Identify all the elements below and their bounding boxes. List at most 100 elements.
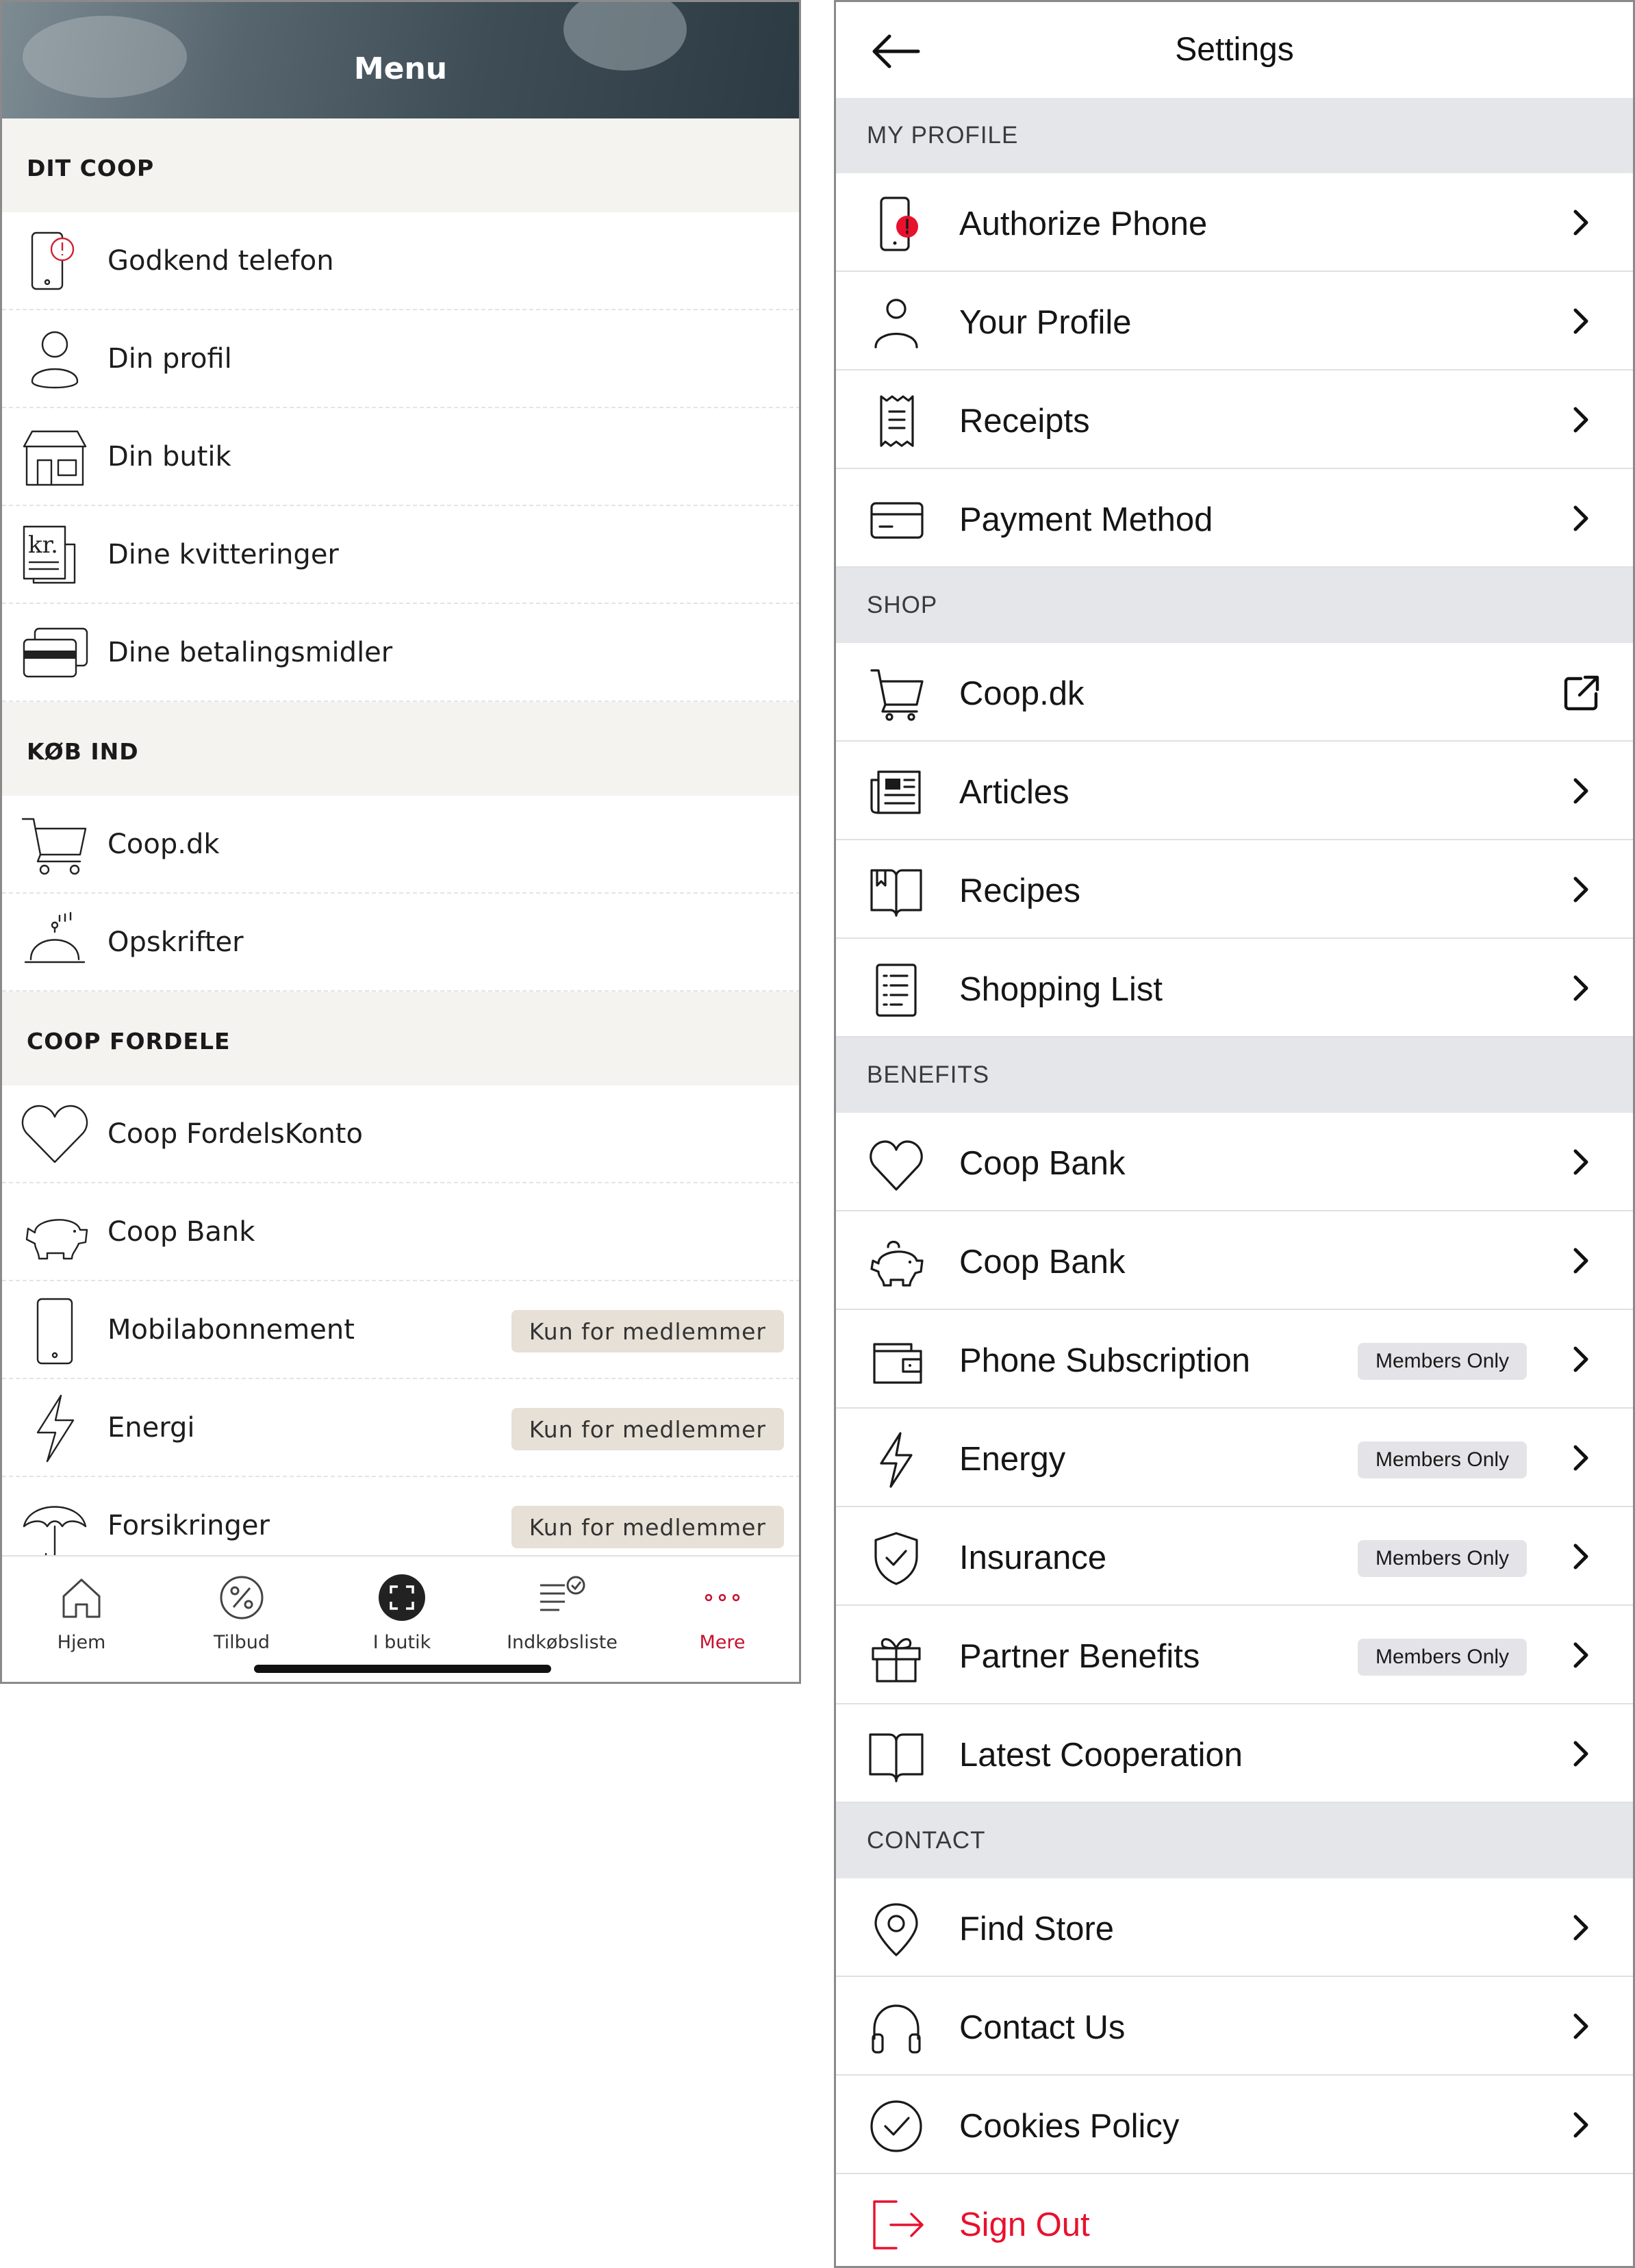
section-header: KØB IND — [2, 702, 799, 796]
settings-item-label: Find Store — [959, 1911, 1115, 1948]
settings-item-coop-dk[interactable]: Coop.dk — [836, 643, 1633, 742]
members-only-badge: Members Only — [1358, 1343, 1528, 1380]
members-only-badge: Members Only — [1358, 1639, 1528, 1676]
members-only-badge: Kun for medlemmer — [511, 1506, 784, 1548]
book-bookmark-icon — [870, 869, 922, 917]
sign-out-button[interactable]: Sign Out — [836, 2174, 1633, 2266]
phone-alert-icon — [880, 197, 918, 251]
chevron-right-icon — [1573, 1544, 1588, 1570]
tab-indkøbsliste[interactable]: Indkøbsliste — [494, 1570, 631, 1653]
menu-item-label: Dine kvitteringer — [107, 538, 339, 570]
tab-tilbud[interactable]: Tilbud — [173, 1570, 310, 1653]
umbrella-icon — [23, 1506, 87, 1560]
settings-item-label: Recipes — [959, 872, 1081, 909]
menu-item-label: Dine betalingsmidler — [107, 636, 393, 668]
piggy-bank-icon — [25, 1219, 88, 1260]
menu-item-mobilabonnement[interactable]: Mobilabonnement Kun for medlemmer — [2, 1281, 799, 1379]
settings-item-label: Articles — [959, 774, 1069, 811]
headphones-icon — [872, 2004, 921, 2054]
chevron-right-icon — [1573, 210, 1588, 236]
more-dots-icon — [705, 1593, 740, 1602]
external-link-icon — [1564, 675, 1599, 711]
cart-icon — [21, 818, 87, 875]
settings-item-authorize-phone[interactable]: Authorize Phone — [836, 173, 1633, 272]
tab-i-butik[interactable]: I butik — [333, 1570, 470, 1653]
tab-label: Tilbud — [213, 1632, 270, 1653]
settings-item-label: Payment Method — [959, 501, 1213, 538]
receipt-icon — [880, 395, 914, 447]
menu-item-label: Din butik — [107, 440, 231, 473]
store-icon — [23, 430, 87, 486]
chevron-right-icon — [1573, 1149, 1588, 1175]
open-book-icon — [869, 1733, 924, 1782]
settings-item-label: Coop.dk — [959, 675, 1085, 712]
chevron-right-icon — [1573, 877, 1588, 903]
menu-item-coop-fordelskonto[interactable]: Coop FordelsKonto — [2, 1085, 799, 1183]
menu-item-coop-bank[interactable]: Coop Bank — [2, 1183, 799, 1281]
menu-item-energi[interactable]: Energi Kun for medlemmer — [2, 1379, 799, 1477]
menu-item-opskrifter[interactable]: Opskrifter — [2, 894, 799, 992]
chevron-right-icon — [1573, 1248, 1588, 1274]
settings-item-find-store[interactable]: Find Store — [836, 1878, 1633, 1977]
chevron-right-icon — [1573, 1915, 1588, 1941]
chevron-right-icon — [1573, 1445, 1588, 1471]
section-title: SHOP — [867, 592, 938, 618]
list-check-icon — [540, 1576, 585, 1611]
menu-item-godkend-telefon[interactable]: Godkend telefon — [2, 212, 799, 310]
chevron-right-icon — [1573, 407, 1588, 433]
menu-item-label: Coop FordelsKonto — [107, 1118, 363, 1150]
menu-item-din-profil[interactable]: Din profil — [2, 310, 799, 408]
settings-item-label: Latest Cooperation — [959, 1737, 1243, 1774]
settings-item-articles[interactable]: Articles — [836, 742, 1633, 840]
home-icon — [62, 1578, 101, 1618]
menu-item-din-butik[interactable]: Din butik — [2, 408, 799, 506]
settings-list: MY PROFILE Authorize Phone Your Profile Rec… — [836, 98, 1633, 2266]
mobile-icon — [36, 1298, 73, 1365]
cart-icon — [870, 669, 924, 721]
settings-item-label: Contact Us — [959, 2009, 1126, 2046]
heart-icon — [21, 1105, 88, 1163]
lightning-icon — [880, 1432, 913, 1488]
tab-hjem[interactable]: Hjem — [13, 1570, 150, 1653]
section-title: MY PROFILE — [867, 122, 1019, 149]
tab-label: Indkøbsliste — [507, 1632, 618, 1653]
tab-mere[interactable]: Mere — [654, 1570, 791, 1653]
receipt-kr-icon: kr. — [23, 525, 76, 584]
percent-icon — [220, 1576, 264, 1620]
menu-item-dine-betalingsmidler[interactable]: Dine betalingsmidler — [2, 604, 799, 702]
section-header: MY PROFILE — [836, 98, 1633, 173]
tab-label: Mere — [699, 1632, 746, 1653]
settings-item-payment-method[interactable]: Payment Method — [836, 469, 1633, 568]
page-title: Settings — [1175, 32, 1294, 68]
location-pin-icon — [874, 1903, 918, 1956]
sign-out-label: Sign Out — [959, 2206, 1090, 2243]
tab-label: Hjem — [57, 1632, 106, 1653]
section-header: COOP FORDELE — [2, 992, 799, 1085]
settings-item-energy[interactable]: Energy Members Only — [836, 1409, 1633, 1507]
settings-item-recipes[interactable]: Recipes — [836, 840, 1633, 939]
settings-item-phone-subscription[interactable]: Phone Subscription Members Only — [836, 1310, 1633, 1409]
cards-icon — [23, 627, 88, 678]
settings-item-label: Authorize Phone — [959, 205, 1208, 242]
settings-item-coop-bank[interactable]: Coop Bank — [836, 1211, 1633, 1310]
home-indicator — [254, 1665, 551, 1673]
settings-item-insurance[interactable]: Insurance Members Only — [836, 1507, 1633, 1606]
heart-icon — [870, 1140, 923, 1191]
settings-item-partner-benefits[interactable]: Partner Benefits Members Only — [836, 1606, 1633, 1704]
section-title: COOP FORDELE — [27, 1028, 231, 1055]
settings-item-receipts[interactable]: Receipts — [836, 370, 1633, 469]
settings-item-contact-us[interactable]: Contact Us — [836, 1977, 1633, 2076]
settings-screen: Settings MY PROFILE Authorize Phone Your P… — [834, 0, 1635, 2268]
settings-item-your-profile[interactable]: Your Profile — [836, 272, 1633, 370]
menu-item-dine-kvitteringer[interactable]: kr. Dine kvitteringer — [2, 506, 799, 604]
lightning-icon — [36, 1394, 75, 1463]
settings-item-coop-bank[interactable]: Coop Bank — [836, 1113, 1633, 1211]
settings-item-shopping-list[interactable]: Shopping List — [836, 939, 1633, 1037]
settings-header: Settings — [836, 2, 1633, 98]
menu-item-label: Energi — [107, 1411, 195, 1444]
menu-item-coop-dk[interactable]: Coop.dk — [2, 796, 799, 894]
settings-item-latest-cooperation[interactable]: Latest Cooperation — [836, 1704, 1633, 1803]
settings-item-cookies-policy[interactable]: Cookies Policy — [836, 2076, 1633, 2174]
settings-item-label: Insurance — [959, 1539, 1107, 1576]
list-icon — [876, 963, 917, 1017]
